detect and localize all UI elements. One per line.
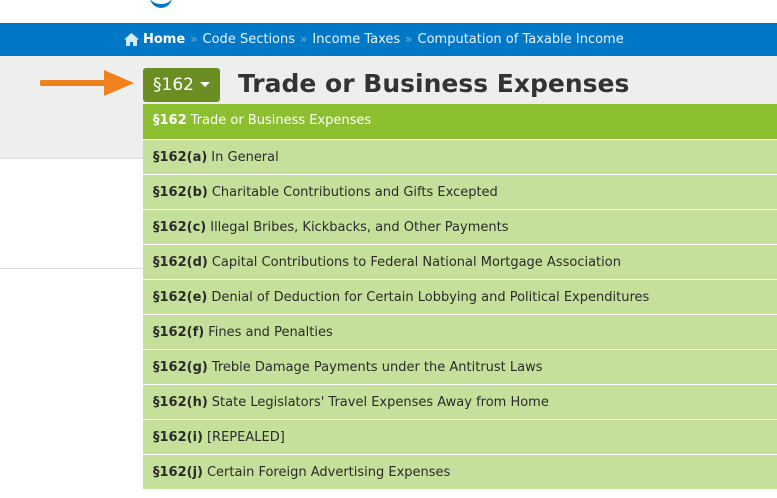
menu-item-label: Certain Foreign Advertising Expenses — [206, 465, 451, 480]
menu-item-162e[interactable]: §162(e) Denial of Deduction for Certain L… — [143, 280, 777, 315]
menu-item-number: §162(i) — [153, 430, 203, 445]
breadcrumb-separator: » — [405, 32, 413, 46]
page-title: Trade or Business Expenses — [238, 69, 630, 98]
menu-item-162h[interactable]: §162(h) State Legislators' Travel Expense… — [143, 385, 777, 420]
page: Home » Code Sections » Income Taxes » Co… — [0, 0, 777, 498]
breadcrumb-code-sections-link[interactable]: Code Sections — [203, 23, 296, 56]
menu-item-number: §162(j) — [153, 465, 203, 480]
menu-item-label: Capital Contributions to Federal Nationa… — [211, 255, 621, 270]
logo[interactable] — [150, 0, 172, 8]
arrow-right-icon — [40, 70, 134, 96]
menu-item-162b[interactable]: §162(b) Charitable Contributions and Gift… — [143, 175, 777, 210]
breadcrumb-inner: Home » Code Sections » Income Taxes » Co… — [124, 23, 624, 56]
site-header-strip — [0, 0, 777, 23]
menu-item-number: §162(h) — [153, 395, 208, 410]
menu-item-label: In General — [211, 150, 279, 165]
menu-item-number: §162(e) — [153, 290, 208, 305]
menu-item-label: Illegal Bribes, Kickbacks, and Other Pay… — [210, 220, 509, 235]
menu-item-162a[interactable]: §162(a) In General — [143, 140, 777, 175]
breadcrumb-computation-link[interactable]: Computation of Taxable Income — [418, 23, 624, 56]
caret-down-icon — [199, 82, 210, 87]
menu-item-162d[interactable]: §162(d) Capital Contributions to Federal … — [143, 245, 777, 280]
menu-item-number: §162(b) — [153, 185, 208, 200]
section-dropdown-menu: §162 Trade or Business Expenses §162(a) In… — [143, 104, 777, 490]
menu-item-label: State Legislators' Travel Expenses Away … — [211, 395, 549, 410]
divider — [0, 268, 143, 269]
menu-item-162[interactable]: §162 Trade or Business Expenses — [143, 104, 777, 140]
menu-item-number: §162(f) — [153, 325, 205, 340]
menu-item-label: Fines and Penalties — [208, 325, 333, 340]
menu-item-number: §162(a) — [153, 150, 208, 165]
content-area — [0, 159, 143, 498]
menu-item-number: §162(c) — [153, 220, 207, 235]
breadcrumb-income-taxes-link[interactable]: Income Taxes — [312, 23, 400, 56]
menu-item-label: Trade or Business Expenses — [190, 113, 372, 128]
breadcrumb: Home » Code Sections » Income Taxes » Co… — [0, 23, 777, 56]
menu-item-162g[interactable]: §162(g) Treble Damage Payments under the … — [143, 350, 777, 385]
section-button-label: §162 — [153, 75, 194, 95]
menu-item-number: §162(g) — [153, 360, 208, 375]
section-dropdown-button[interactable]: §162 — [143, 68, 220, 102]
menu-item-number: §162(d) — [153, 255, 208, 270]
menu-item-162f[interactable]: §162(f) Fines and Penalties — [143, 315, 777, 350]
menu-item-162c[interactable]: §162(c) Illegal Bribes, Kickbacks, and Ot… — [143, 210, 777, 245]
breadcrumb-separator: » — [190, 32, 198, 46]
menu-item-label: Treble Damage Payments under the Antitru… — [211, 360, 543, 375]
menu-item-162i[interactable]: §162(i) [REPEALED] — [143, 420, 777, 455]
menu-item-label: Denial of Deduction for Certain Lobbying… — [211, 290, 650, 305]
home-icon[interactable] — [124, 33, 139, 46]
breadcrumb-separator: » — [300, 32, 308, 46]
menu-item-number: §162 — [153, 113, 187, 128]
menu-item-label: [REPEALED] — [206, 430, 285, 445]
menu-item-label: Charitable Contributions and Gifts Excep… — [211, 185, 498, 200]
menu-item-162j[interactable]: §162(j) Certain Foreign Advertising Expen… — [143, 455, 777, 490]
breadcrumb-home-link[interactable]: Home — [143, 23, 185, 56]
